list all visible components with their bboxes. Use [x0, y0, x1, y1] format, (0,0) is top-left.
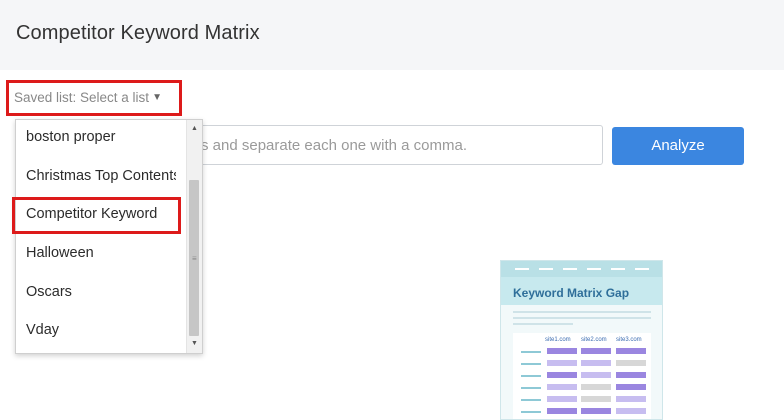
dropdown-item-christmas-top-contents[interactable]: Christmas Top Contents — [26, 168, 176, 184]
dropdown-scrollbar[interactable]: ▲ ≡ ▼ — [186, 120, 202, 353]
scrollbar-thumb[interactable]: ≡ — [189, 180, 199, 336]
illustration-title: Keyword Matrix Gap — [513, 286, 630, 300]
illustration-col-site2: site2.com — [581, 337, 607, 343]
keywords-input-text: s and separate each one with a comma. — [201, 137, 467, 154]
dropdown-item-oscars[interactable]: Oscars — [26, 284, 176, 300]
dropdown-item-vday[interactable]: Vday — [26, 322, 176, 338]
dropdown-item-halloween[interactable]: Halloween — [26, 245, 176, 261]
analyze-button[interactable]: Analyze — [612, 127, 744, 165]
saved-list-highlight — [6, 80, 182, 116]
saved-list-dropdown: boston proper Christmas Top Contents Com… — [15, 119, 203, 354]
dropdown-item-boston-proper[interactable]: boston proper — [26, 129, 176, 145]
keyword-matrix-gap-illustration: Keyword Matrix Gap site1.com site2.com s… — [500, 260, 663, 420]
page-title: Competitor Keyword Matrix — [16, 22, 260, 44]
grip-icon: ≡ — [192, 254, 197, 263]
keywords-input[interactable]: s and separate each one with a comma. — [190, 125, 603, 165]
scroll-down-arrow-icon[interactable]: ▼ — [187, 337, 202, 351]
page-header: Competitor Keyword Matrix — [0, 0, 784, 70]
competitor-keyword-highlight — [12, 197, 181, 234]
illustration-col-site3: site3.com — [616, 337, 642, 343]
scroll-up-arrow-icon[interactable]: ▲ — [187, 122, 202, 136]
illustration-col-site1: site1.com — [545, 337, 571, 343]
illustration-top-bar — [501, 261, 662, 277]
